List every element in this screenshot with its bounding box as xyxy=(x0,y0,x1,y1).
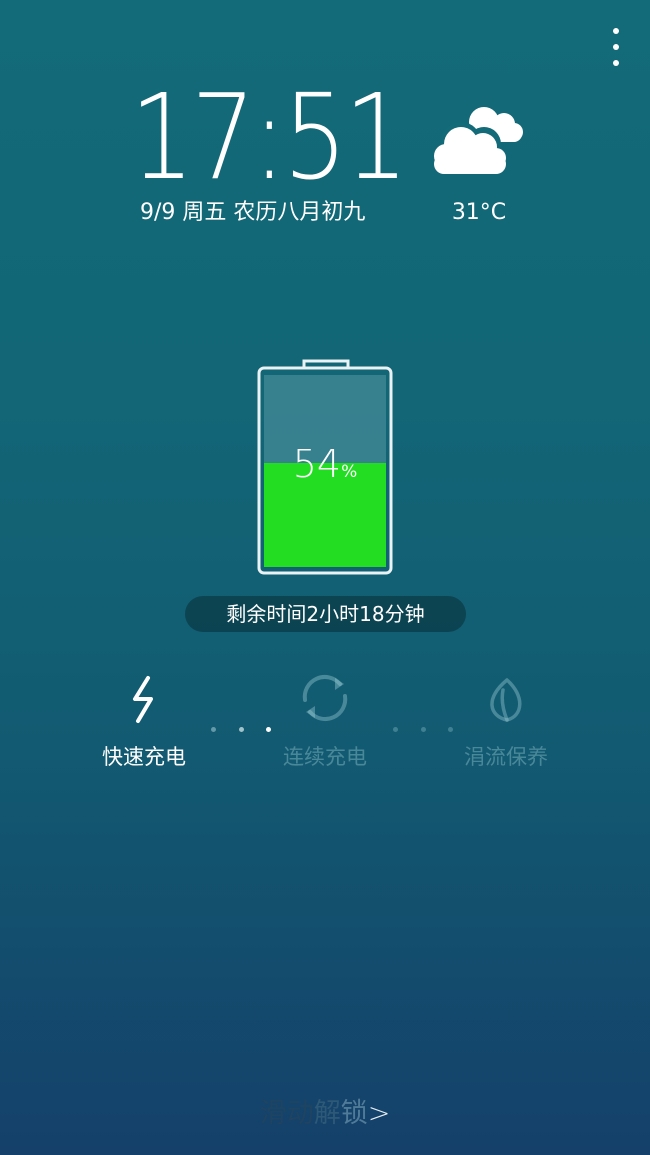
mode-dots-1 xyxy=(211,726,271,734)
mode-label-trickle-maintenance[interactable]: 涓流保养 xyxy=(446,742,566,772)
unlock-char-1: 滑 xyxy=(259,1098,287,1129)
lightning-icon[interactable] xyxy=(116,672,172,728)
battery-percent-number: 54 xyxy=(292,442,342,486)
temperature: 31°C xyxy=(451,200,507,225)
unlock-char-4: 锁 xyxy=(340,1098,368,1129)
leaf-icon[interactable] xyxy=(477,672,533,728)
remaining-time-pill: 剩余时间2小时18分钟 xyxy=(185,596,466,632)
cloud-icon xyxy=(434,107,523,174)
more-menu-icon[interactable] xyxy=(600,22,632,72)
mode-label-continuous-charge[interactable]: 连续充电 xyxy=(265,742,385,772)
slide-to-unlock[interactable]: 滑动解锁> xyxy=(245,1094,405,1134)
battery-percent-sign: % xyxy=(341,462,358,482)
unlock-char-3: 解 xyxy=(313,1098,341,1129)
mode-label-fast-charge[interactable]: 快速充电 xyxy=(84,742,204,772)
refresh-icon[interactable] xyxy=(297,670,353,726)
date-label: 9/9 周五 农历八月初九 xyxy=(140,200,366,225)
mode-dots-2 xyxy=(393,726,453,734)
unlock-arrow-icon: > xyxy=(367,1098,391,1129)
battery-percent: 54% xyxy=(256,442,394,486)
unlock-char-2: 动 xyxy=(286,1098,314,1129)
clock-time: 17:51 xyxy=(130,68,409,206)
